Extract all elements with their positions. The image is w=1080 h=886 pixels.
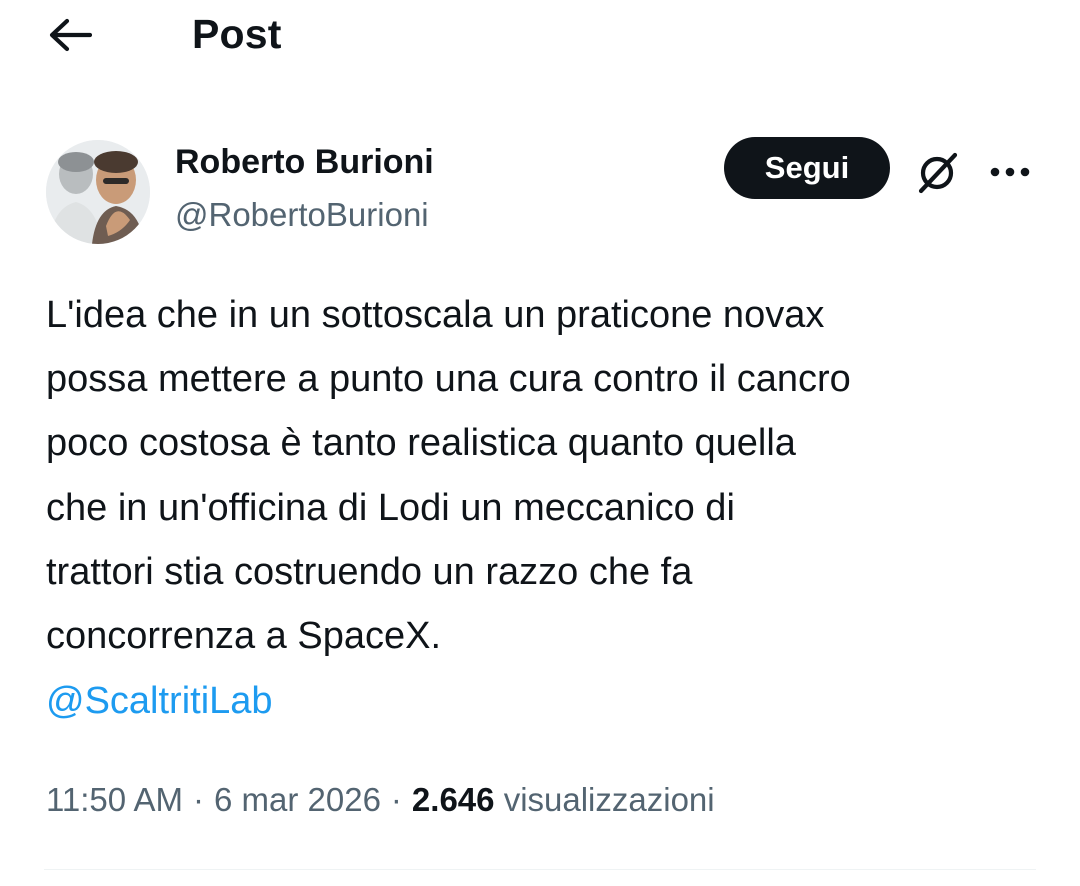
post-time[interactable]: 11:50 AM bbox=[46, 781, 183, 818]
post-date[interactable]: 6 mar 2026 bbox=[214, 781, 381, 818]
page-title: Post bbox=[192, 11, 282, 57]
meta-separator: · bbox=[192, 781, 204, 818]
tweet-line: possa mettere a punto una cura contro il… bbox=[46, 358, 851, 401]
divider bbox=[44, 869, 1036, 870]
tweet-line: poco costosa è tanto realistica quanto q… bbox=[46, 422, 796, 465]
more-dots-icon[interactable] bbox=[984, 150, 1036, 194]
meta-separator: · bbox=[390, 781, 402, 818]
tweet-text: L'idea che in un sottoscala un praticone… bbox=[46, 283, 1046, 668]
author-row: Roberto Burioni @RobertoBurioni Segui bbox=[46, 137, 1036, 250]
back-button[interactable] bbox=[44, 12, 96, 58]
top-bar: Post bbox=[0, 0, 1080, 70]
author-name[interactable]: Roberto Burioni bbox=[175, 142, 434, 182]
tweet-metadata: 11:50 AM · 6 mar 2026 · 2.646 visualizzazion… bbox=[46, 775, 715, 825]
tweet-line: concorrenza a SpaceX. bbox=[46, 615, 442, 658]
grok-slash-icon[interactable] bbox=[912, 146, 964, 198]
avatar-photo bbox=[46, 140, 150, 244]
tweet-line: che in un'officina di Lodi un meccanico … bbox=[46, 486, 735, 529]
views-label[interactable]: visualizzazioni bbox=[504, 781, 715, 818]
author-handle[interactable]: @RobertoBurioni bbox=[175, 196, 429, 234]
tweet-line: L'idea che in un sottoscala un praticone… bbox=[46, 294, 825, 336]
mention-link[interactable]: @ScaltritiLab bbox=[46, 669, 273, 733]
follow-button[interactable]: Segui bbox=[724, 137, 890, 199]
views-count[interactable]: 2.646 bbox=[412, 781, 495, 818]
arrow-left-icon bbox=[49, 18, 92, 52]
tweet-line: trattori stia costruendo un razzo che fa bbox=[46, 550, 693, 593]
avatar[interactable] bbox=[46, 140, 150, 244]
